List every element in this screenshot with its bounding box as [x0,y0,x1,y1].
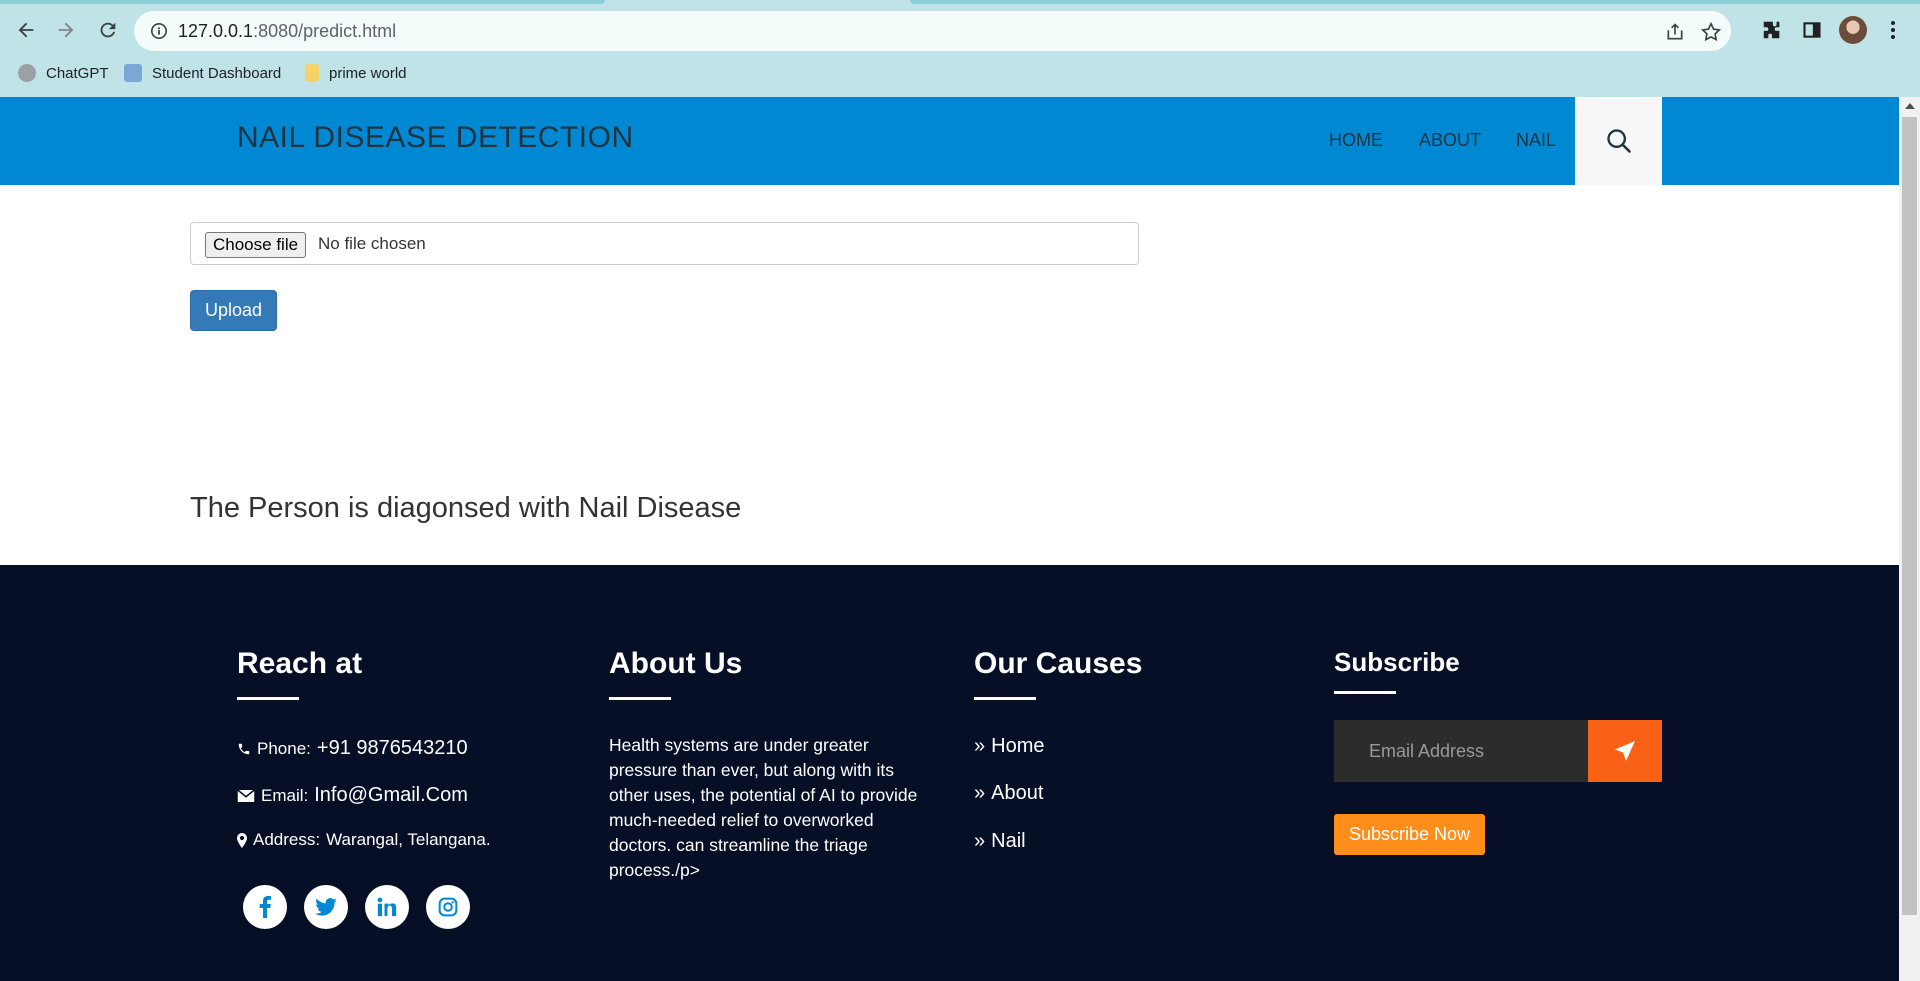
page-viewport: NAIL DISEASE DETECTION HOME ABOUT NAIL C… [0,97,1899,981]
twitter-icon [315,898,337,916]
bookmark-label: prime world [329,64,407,82]
about-text: Health systems are under greater pressur… [609,735,918,880]
choose-file-button[interactable]: Choose file [205,232,307,258]
url-text[interactable]: 127.0.0.1:8080/predict.html [178,21,396,42]
site-header: NAIL DISEASE DETECTION HOME ABOUT NAIL [0,97,1899,185]
cause-link-about[interactable]: » About [974,782,1043,805]
site-brand[interactable]: NAIL DISEASE DETECTION [237,121,634,155]
reach-title: Reach at [237,647,363,680]
instagram-icon [438,897,458,917]
bookmark-chatgpt[interactable]: ChatGPT [18,64,109,82]
share-icon[interactable] [1663,20,1687,44]
address-line: Address: Warangal, Telangana. [237,830,491,850]
dashboard-icon [124,64,142,82]
url-path: :8080/predict.html [253,21,397,41]
info-icon[interactable] [150,22,168,40]
subscribe-title: Subscribe [1334,647,1460,677]
bookmark-label: ChatGPT [46,64,109,82]
facebook-icon [259,896,271,918]
reload-button[interactable] [92,14,124,46]
site-footer: Reach at Phone: +91 9876543210 Email: In… [0,565,1899,981]
about-title: About Us [609,647,743,680]
cause-link-home[interactable]: » Home [974,735,1044,758]
reload-icon [100,22,116,38]
cause-link-nail[interactable]: » Nail [974,830,1026,853]
double-chevron-right-icon: » [974,735,986,757]
scroll-thumb[interactable] [1902,117,1917,915]
bookmarks-bar: ChatGPT Student Dashboard prime world [0,60,1920,90]
forward-button[interactable] [50,14,82,46]
phone-label: Phone: [257,738,311,758]
extensions-icon[interactable] [1758,16,1786,44]
subscribe-rule [1334,691,1396,694]
browser-chrome: 127.0.0.1:8080/predict.html ChatGPT Stud… [0,0,1920,97]
map-marker-icon [237,832,247,848]
phone-line: Phone: +91 9876543210 [237,737,468,760]
search-icon [1606,129,1631,153]
paper-plane-icon [1615,741,1635,761]
chatgpt-icon [18,64,36,82]
causes-rule [974,697,1036,700]
phone-icon [238,743,250,754]
subscribe-now-button[interactable]: Subscribe Now [1334,814,1485,855]
address-value: Warangal, Telangana. [326,830,491,849]
file-input[interactable]: Choose file No file chosen [190,222,1139,265]
cause-label: Home [991,735,1045,757]
reach-rule [237,697,299,700]
back-button[interactable] [10,14,42,46]
no-file-text: No file chosen [318,234,426,253]
nav-home-link[interactable]: HOME [1329,130,1383,151]
address-label: Address: [253,830,321,849]
twitter-button[interactable] [304,885,348,929]
phone-value[interactable]: +91 9876543210 [317,737,468,760]
about-rule [609,697,671,700]
bookmark-student-dashboard[interactable]: Student Dashboard [124,64,281,82]
send-button[interactable] [1588,720,1662,782]
nav-nail-link[interactable]: NAIL [1516,130,1556,151]
prediction-result: The Person is diagonsed with Nail Diseas… [190,492,742,524]
arrow-left-icon [18,22,34,38]
email-line: Email: Info@Gmail.Com [237,784,468,807]
email-label: Email: [261,785,309,805]
arrow-right-icon [58,22,74,38]
address-bar[interactable]: 127.0.0.1:8080/predict.html [134,11,1731,51]
causes-title: Our Causes [974,647,1143,680]
url-host: 127.0.0.1 [178,21,254,41]
email-value[interactable]: Info@Gmail.Com [314,784,468,807]
double-chevron-right-icon: » [974,830,986,852]
kebab-menu-icon[interactable] [1879,16,1907,44]
cause-label: Nail [991,830,1026,852]
nav-about-link[interactable]: ABOUT [1419,130,1481,151]
bookmark-label: Student Dashboard [152,64,282,82]
tab-strip-right [910,0,1920,4]
instagram-button[interactable] [426,885,470,929]
upload-button[interactable]: Upload [190,290,277,331]
side-panel-icon[interactable] [1798,16,1826,44]
search-button[interactable] [1575,97,1662,185]
page-scrollbar[interactable] [1899,97,1920,981]
bookmark-star-icon[interactable] [1699,20,1723,44]
tab-strip-left [0,0,605,4]
envelope-icon [237,788,255,802]
scroll-up-arrow-icon[interactable] [1905,103,1915,109]
cause-label: About [991,782,1044,804]
profile-avatar[interactable] [1839,16,1867,44]
linkedin-button[interactable] [365,885,409,929]
linkedin-icon [377,897,397,917]
facebook-button[interactable] [243,885,287,929]
bookmark-prime-world[interactable]: prime world [305,64,407,82]
subscribe-email-input[interactable] [1334,720,1588,782]
folder-icon [305,64,319,82]
double-chevron-right-icon: » [974,782,986,804]
